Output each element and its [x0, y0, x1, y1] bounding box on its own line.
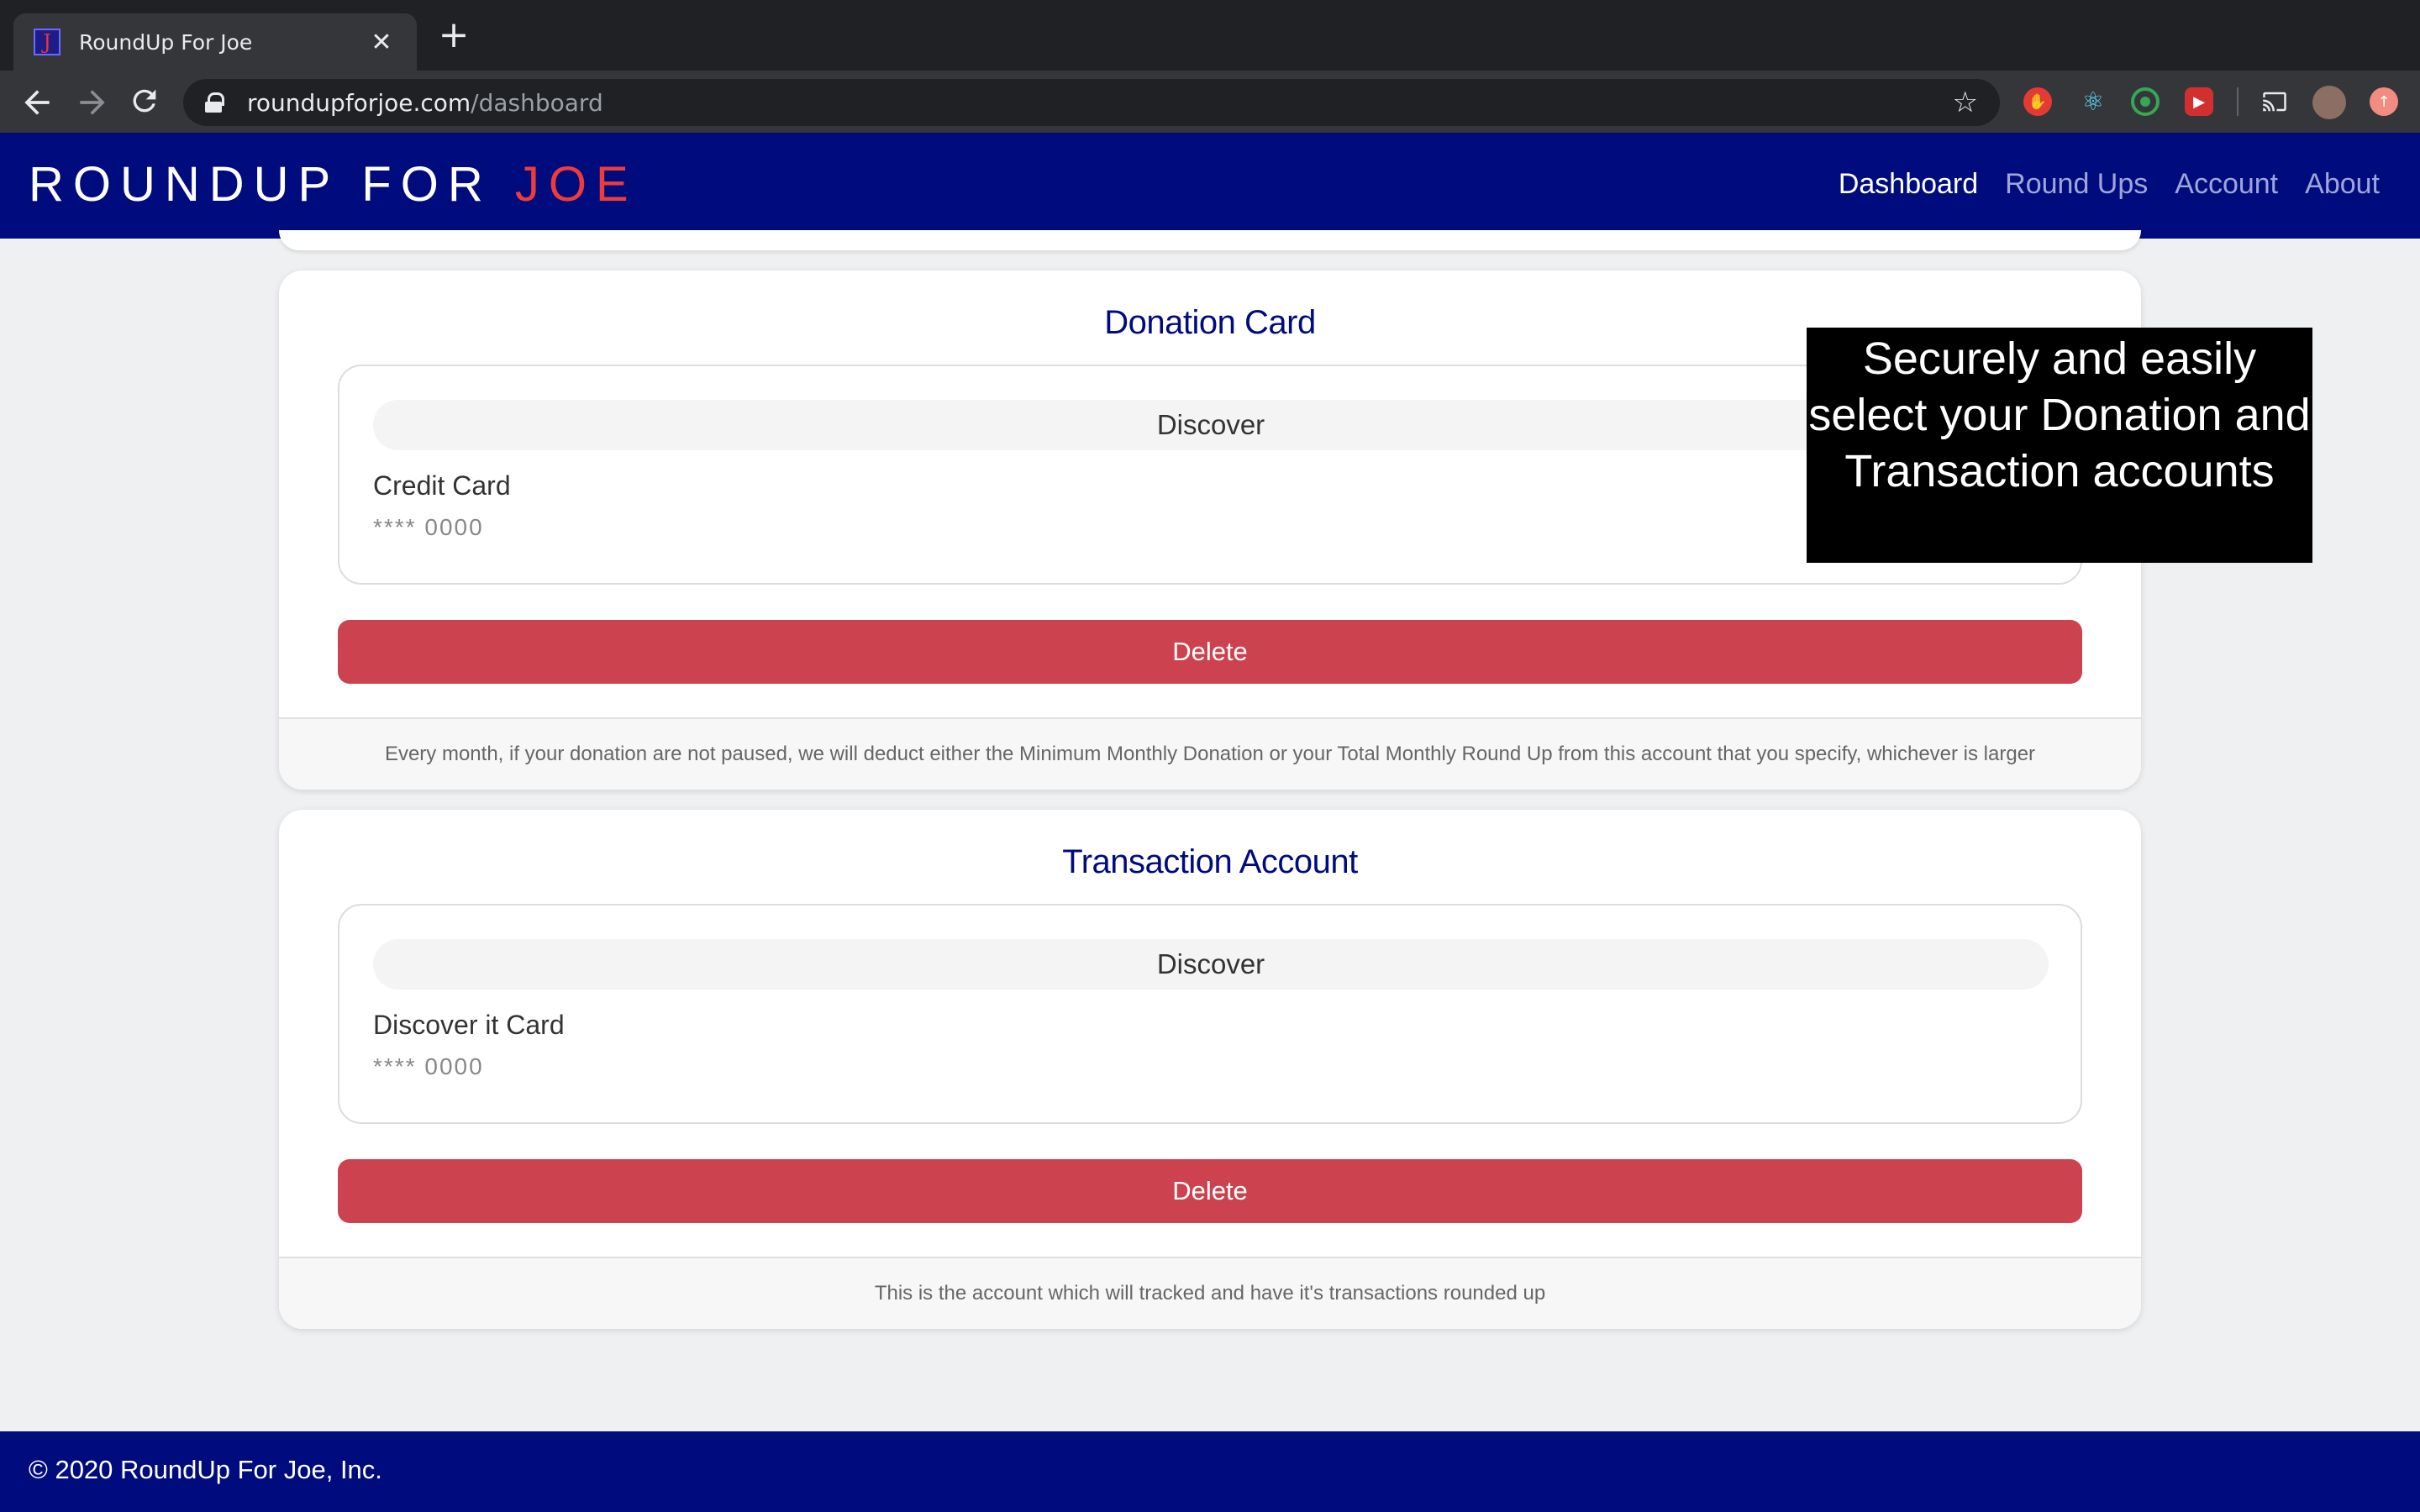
transaction-card-title: Transaction Account — [1062, 843, 1358, 880]
profile-avatar[interactable] — [2312, 86, 2346, 119]
brand-logo[interactable]: ROUNDUP FOR JOE — [29, 156, 638, 213]
react-devtools-extension-icon[interactable]: ⚛ — [2079, 87, 2107, 117]
url-domain: roundupforjoe.com — [247, 88, 471, 117]
donation-institution: Discover — [373, 400, 2049, 450]
transaction-institution: Discover — [373, 939, 2049, 990]
browser-tab-strip: J RoundUp For Joe ✕ + — [0, 0, 2420, 71]
favicon-icon: J — [34, 29, 60, 55]
nav-link-about[interactable]: About — [2305, 168, 2380, 201]
cast-icon[interactable] — [2260, 87, 2289, 116]
forward-arrow-icon[interactable] — [74, 84, 111, 121]
donation-account-name: Credit Card — [373, 470, 511, 501]
app-navbar: ROUNDUP FOR JOE Dashboard Round Ups Acco… — [0, 133, 2420, 239]
donation-account-mask: **** 0000 — [373, 514, 484, 540]
brand-accent-text: JOE — [514, 157, 638, 212]
brand-text: ROUNDUP FOR — [29, 157, 515, 212]
close-icon[interactable]: ✕ — [366, 28, 397, 57]
tab-title: RoundUp For Joe — [79, 29, 253, 55]
nav-link-dashboard[interactable]: Dashboard — [1839, 168, 1978, 201]
copyright-text: © 2020 RoundUp For Joe, Inc. — [29, 1455, 382, 1484]
toolbar-separator — [2237, 87, 2238, 116]
nav-link-account[interactable]: Account — [2175, 168, 2278, 201]
page-footer: © 2020 RoundUp For Joe, Inc. — [0, 1431, 2420, 1512]
back-arrow-icon[interactable] — [18, 84, 55, 121]
address-bar[interactable]: roundupforjoe.com /dashboard ☆ — [183, 79, 2000, 126]
nav-links: Dashboard Round Ups Account About — [1839, 168, 2380, 201]
url-path: /dashboard — [471, 88, 603, 117]
previous-card-edge — [279, 230, 2141, 250]
donation-card-footer: Every month, if your donation are not pa… — [279, 717, 2141, 790]
bookmark-star-icon[interactable]: ☆ — [1953, 86, 1978, 119]
browser-tab[interactable]: J RoundUp For Joe ✕ — [13, 13, 417, 71]
browser-toolbar: roundupforjoe.com /dashboard ☆ ✋ ⚛ ▶ ↑ — [0, 71, 2420, 133]
nav-link-round-ups[interactable]: Round Ups — [2005, 168, 2148, 201]
transaction-account-name: Discover it Card — [373, 1010, 565, 1040]
transaction-delete-button[interactable]: Delete — [338, 1159, 2082, 1223]
ad-block-extension-icon[interactable]: ✋ — [2023, 87, 2052, 116]
transaction-account-mask: **** 0000 — [373, 1053, 484, 1079]
reload-icon[interactable] — [126, 84, 163, 121]
video-extension-icon[interactable]: ▶ — [2185, 87, 2213, 116]
update-icon[interactable]: ↑ — [2370, 87, 2398, 116]
new-tab-icon[interactable]: + — [435, 17, 472, 55]
transaction-card: Transaction Account Discover Discover it… — [279, 810, 2141, 1329]
transaction-card-footer: This is the account which will tracked a… — [279, 1257, 2141, 1329]
donation-delete-button[interactable]: Delete — [338, 620, 2082, 684]
target-extension-icon[interactable] — [2131, 87, 2160, 116]
lock-icon — [205, 92, 224, 113]
transaction-account-panel: Discover Discover it Card **** 0000 — [338, 904, 2082, 1124]
promo-callout: Securely and easily select your Donation… — [1807, 328, 2312, 563]
